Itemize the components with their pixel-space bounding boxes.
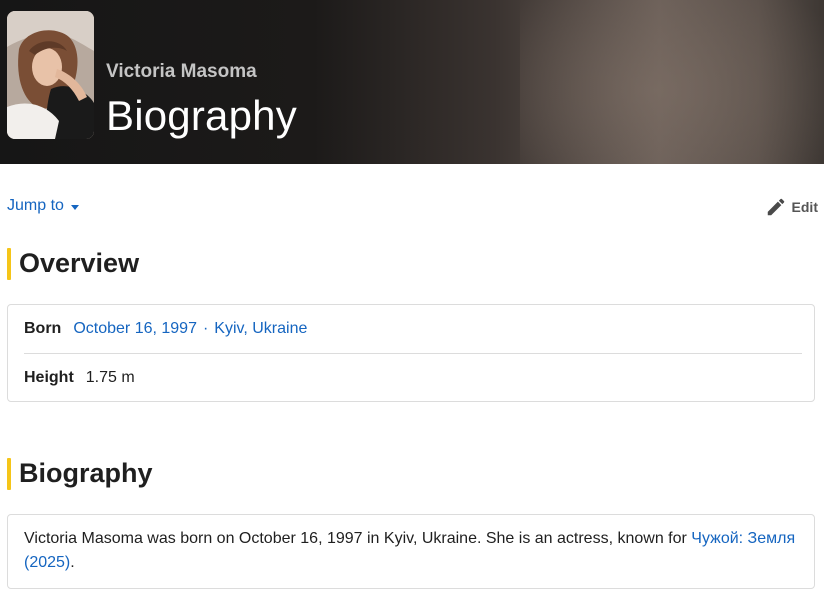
born-label: Born — [24, 320, 62, 337]
height-row: Height 1.75 m — [24, 353, 802, 401]
born-place-link[interactable]: Kyiv, Ukraine — [214, 320, 307, 338]
page-title: Biography — [106, 92, 297, 139]
overview-section-header: Overview — [0, 248, 824, 304]
biography-heading: Biography — [19, 458, 153, 488]
biography-end: . — [70, 554, 75, 571]
height-value: 1.75 m — [85, 368, 135, 386]
biography-card: Victoria Masoma was born on October 16, … — [7, 514, 815, 589]
height-label: Height — [24, 368, 74, 386]
section-accent-bar — [7, 248, 11, 280]
pencil-icon — [767, 198, 784, 216]
born-date-link[interactable]: October 16, 1997 — [73, 320, 197, 338]
born-separator: · — [202, 320, 209, 337]
section-accent-bar — [7, 458, 11, 490]
toolbar: Jump to Edit — [0, 164, 824, 248]
caret-down-icon — [70, 204, 79, 210]
edit-button[interactable]: Edit — [765, 196, 818, 218]
overview-card: Born October 16, 1997 · Kyiv, Ukraine He… — [7, 304, 815, 402]
overview-heading: Overview — [19, 248, 140, 278]
biography-body: Victoria Masoma was born on October 16, … — [24, 530, 692, 547]
born-row: Born October 16, 1997 · Kyiv, Ukraine — [24, 305, 802, 353]
page-header: Victoria Masoma Biography — [0, 0, 824, 164]
jump-to-label: Jump to — [7, 197, 64, 214]
biography-text: Victoria Masoma was born on October 16, … — [8, 515, 814, 588]
biography-section-header: Biography — [0, 458, 824, 514]
header-background — [520, 0, 824, 164]
person-name[interactable]: Victoria Masoma — [106, 61, 257, 83]
edit-label: Edit — [791, 199, 818, 215]
avatar[interactable] — [7, 11, 94, 139]
jump-to-dropdown[interactable]: Jump to — [7, 197, 79, 215]
